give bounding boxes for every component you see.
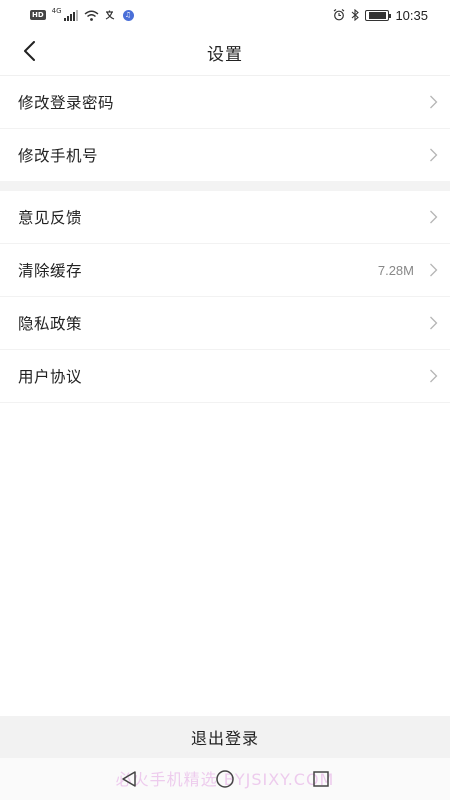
row-right [428,316,438,330]
translate-icon [105,10,117,21]
nav-header: 设置 [0,30,450,76]
battery-icon [365,9,392,21]
settings-row-privacy-policy[interactable]: 隐私政策 [0,297,450,350]
row-label: 用户协议 [18,368,83,386]
row-label: 修改手机号 [18,147,99,165]
alarm-icon [333,9,345,21]
settings-row-change-password[interactable]: 修改登录密码 [0,76,450,129]
row-label: 修改登录密码 [18,94,115,112]
settings-group-general: 意见反馈 清除缓存 7.28M 隐私政策 用户协议 [0,191,450,403]
back-triangle-icon[interactable] [117,767,141,791]
chevron-right-icon [428,263,438,277]
home-circle-icon[interactable] [213,767,237,791]
signal-icon [63,9,78,21]
row-right: 7.28M [378,263,438,278]
row-right [428,210,438,224]
recent-square-icon[interactable] [309,767,333,791]
chevron-right-icon [428,148,438,162]
row-label: 意见反馈 [18,209,83,227]
system-nav-bar [0,758,450,800]
chevron-right-icon [428,95,438,109]
row-label: 清除缓存 [18,262,83,280]
settings-row-clear-cache[interactable]: 清除缓存 7.28M [0,244,450,297]
chevron-right-icon [428,369,438,383]
status-bar: HD 4G ♫ 10:35 [0,0,450,30]
status-right: 10:35 [333,8,428,23]
settings-row-user-agreement[interactable]: 用户协议 [0,350,450,403]
settings-screen: HD 4G ♫ 10:35 设置 修改登录密码 修改手机号 意见反馈 清除缓存 … [0,0,450,800]
row-right [428,95,438,109]
page-title: 设置 [207,45,243,65]
back-button[interactable] [14,38,44,68]
chevron-left-icon [22,41,36,65]
hd-icon: HD [30,10,46,20]
cache-size: 7.28M [377,262,414,278]
network-type: 4G [51,7,62,15]
clock: 10:35 [395,7,428,23]
settings-row-change-phone[interactable]: 修改手机号 [0,129,450,182]
status-left: HD 4G ♫ [30,7,134,21]
chevron-right-icon [428,316,438,330]
settings-row-feedback[interactable]: 意见反馈 [0,191,450,244]
chevron-right-icon [428,210,438,224]
row-right [428,369,438,383]
row-label: 隐私政策 [18,315,83,333]
assistant-icon: ♫ [122,9,134,21]
row-right [428,148,438,162]
section-divider [0,181,450,191]
wifi-icon [84,10,99,21]
settings-group-account: 修改登录密码 修改手机号 [0,76,450,182]
bluetooth-icon [351,9,360,21]
logout-button[interactable]: 退出登录 [0,716,450,758]
